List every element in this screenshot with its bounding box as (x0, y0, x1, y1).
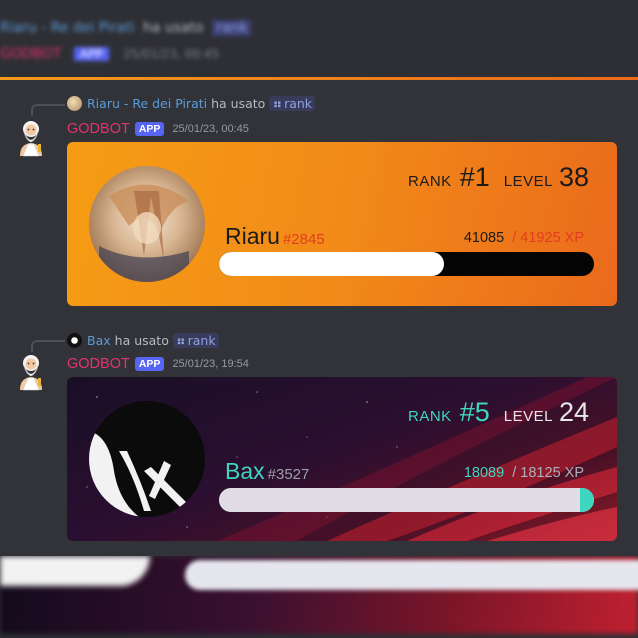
previous-timestamp: 25/01/23, 00:45 (123, 47, 220, 61)
xp-current: 18089 (463, 465, 505, 481)
reply-used-text: ha usato (114, 332, 169, 348)
card-username: Bax (225, 458, 265, 484)
slash-command-chip[interactable]: ⠶ rank (269, 95, 316, 111)
user-avatar (89, 166, 205, 282)
previous-reply-used: ha usato (142, 20, 204, 36)
previous-reply-user: Riaru - Re dei Pirati (0, 20, 135, 36)
rank-label: RANK (408, 173, 452, 190)
level-value: 38 (558, 162, 589, 192)
previous-reply-line: Riaru - Re dei Pirati ha usato rank (0, 20, 638, 36)
previous-reply-command: rank (212, 20, 252, 36)
reply-used-text: ha usato (211, 95, 266, 111)
slash-command-chip[interactable]: ⠶ rank (172, 332, 219, 348)
rank-value: #5 (459, 397, 490, 427)
slash-command-label: rank (187, 332, 216, 348)
card-username-row: Riaru #2845 (225, 223, 325, 250)
rank-card[interactable]: RANK #5 LEVEL 24 Bax #3527 18089 / 18125 … (67, 377, 617, 541)
xp-current: 41085 (463, 230, 505, 246)
app-badge: APP (134, 357, 165, 371)
rank-card[interactable]: RANK #1 LEVEL 38 Riaru #2845 41085 / 4192… (67, 142, 617, 306)
slash-command-icon: ⠶ (175, 332, 186, 348)
app-badge: APP (134, 122, 165, 136)
message-header: GODBOT APP 25/01/23, 19:54 (67, 355, 249, 373)
next-progress-bar-blurred (185, 560, 638, 590)
new-messages-divider (0, 77, 638, 80)
level-label: LEVEL (503, 408, 553, 425)
xp-total: / 18125 XP (512, 465, 584, 481)
next-avatar-blurred (0, 556, 150, 586)
level-value: 24 (558, 397, 589, 427)
xp-readout: 41085 / 41925 XP (464, 230, 584, 246)
reply-connector (31, 340, 65, 352)
previous-bot-name: GODBOT (0, 46, 62, 62)
message-header: GODBOT APP 25/01/23, 00:45 (67, 120, 249, 138)
reply-username[interactable]: Riaru - Re dei Pirati (87, 96, 207, 111)
rank-level-row: RANK #5 LEVEL 24 (408, 397, 589, 428)
xp-progress-fill (219, 252, 444, 276)
card-discriminator: #2845 (282, 231, 325, 248)
next-message-blurred (0, 556, 638, 638)
xp-progress-bar (219, 488, 594, 512)
card-discriminator: #3527 (267, 466, 310, 483)
user-avatar (89, 401, 205, 517)
card-username: Riaru (225, 223, 280, 249)
xp-total: / 41925 XP (512, 230, 584, 246)
reply-username[interactable]: Bax (87, 333, 111, 348)
card-username-row: Bax #3527 (225, 458, 309, 485)
reply-reference[interactable]: Riaru - Re dei Pirati ha usato ⠶ rank (67, 94, 316, 112)
xp-progress-bar (219, 252, 594, 276)
zeus-avatar-icon[interactable] (14, 118, 48, 158)
message-bax-rank: Bax ha usato ⠶ rank GODBOT APP 25/01/23, … (0, 330, 638, 544)
bot-name[interactable]: GODBOT (67, 121, 130, 137)
message-timestamp[interactable]: 25/01/23, 19:54 (172, 358, 248, 370)
rank-value: #1 (459, 162, 490, 192)
previous-head-line: GODBOT APP 25/01/23, 00:45 (0, 46, 638, 62)
slash-command-icon: ⠶ (272, 95, 283, 111)
xp-progress-fill (219, 488, 591, 512)
bax-mini-avatar (67, 332, 82, 348)
rank-level-row: RANK #1 LEVEL 38 (408, 162, 589, 193)
reply-connector (31, 104, 65, 116)
previous-message-blurred: Riaru - Re dei Pirati ha usato rank GODB… (0, 0, 638, 78)
rank-label: RANK (408, 408, 452, 425)
reply-reference[interactable]: Bax ha usato ⠶ rank (67, 331, 219, 349)
message-riaru-rank: Riaru - Re dei Pirati ha usato ⠶ rank GOD… (0, 92, 638, 306)
bot-name[interactable]: GODBOT (67, 356, 130, 372)
xp-readout: 18089 / 18125 XP (464, 465, 584, 481)
riaru-mini-avatar (67, 95, 82, 111)
previous-app-badge: APP (74, 47, 109, 61)
zeus-avatar-icon[interactable] (14, 352, 48, 392)
slash-command-label: rank (284, 95, 313, 111)
level-label: LEVEL (503, 173, 553, 190)
message-timestamp[interactable]: 25/01/23, 00:45 (172, 123, 248, 135)
